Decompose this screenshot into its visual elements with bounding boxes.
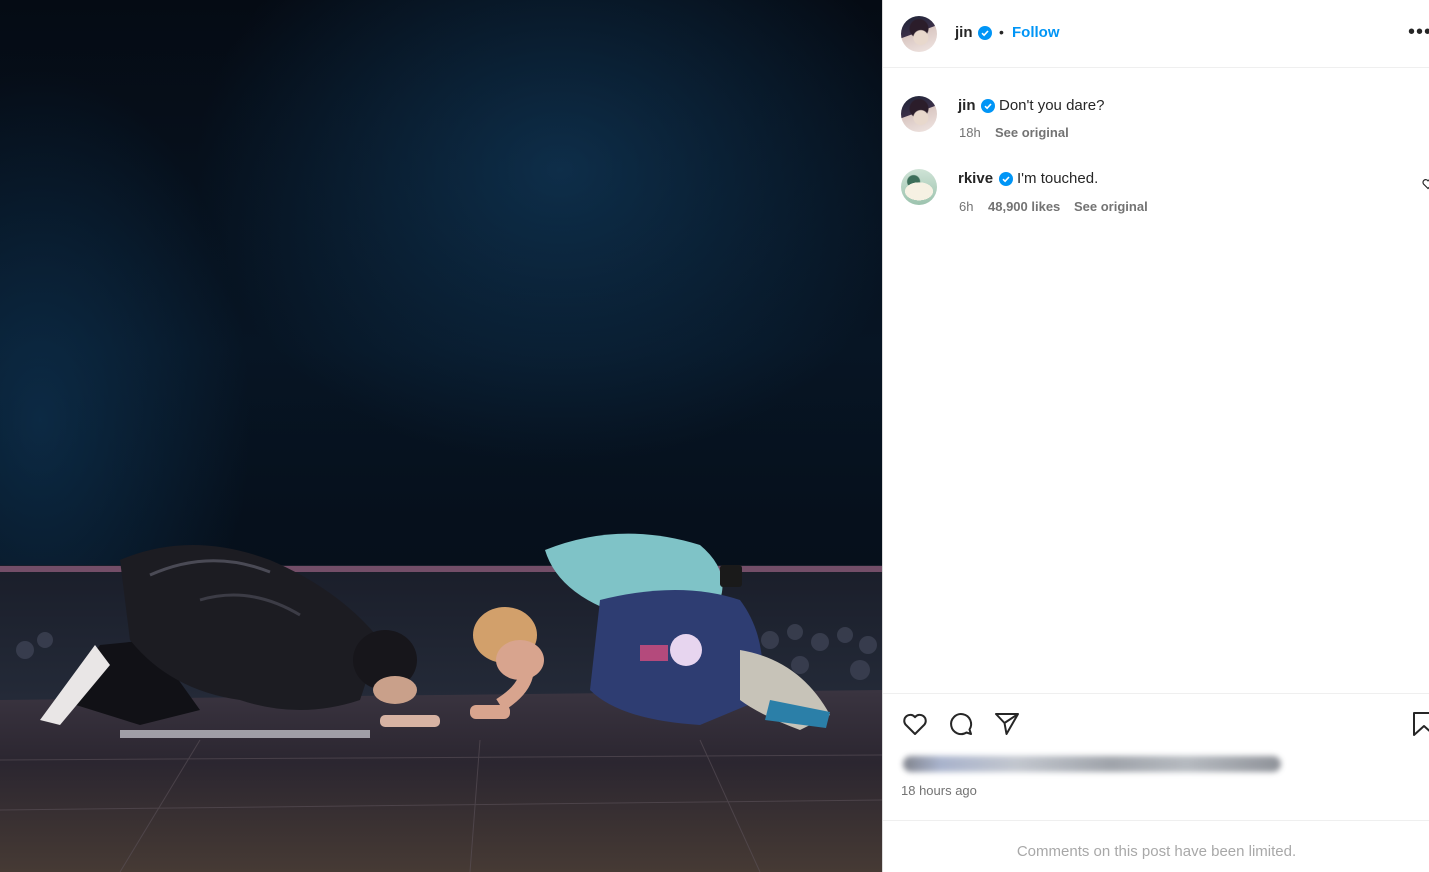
comment-likes[interactable]: 48,900 likes <box>988 199 1060 214</box>
post-side-panel: jin • Follow ••• jin Don't you dare? 18h… <box>882 0 1429 872</box>
bookmark-icon[interactable] <box>1410 710 1429 738</box>
comment-text: I'm touched. <box>1017 170 1099 187</box>
comment-icon[interactable] <box>947 710 975 738</box>
comment-username[interactable]: jin <box>958 97 976 114</box>
verified-badge-icon <box>978 26 992 40</box>
concert-photo-illustration <box>0 533 882 872</box>
heart-icon[interactable] <box>901 710 929 738</box>
comment-avatar[interactable] <box>901 169 937 205</box>
more-options-icon[interactable]: ••• <box>1408 21 1429 44</box>
comment-username[interactable]: rkive <box>958 170 993 187</box>
comments-limited-notice: Comments on this post have been limited. <box>1016 843 1297 860</box>
comments-footer: Comments on this post have been limited. <box>883 820 1429 872</box>
separator-dot: • <box>999 24 1004 40</box>
comment-time[interactable]: 6h <box>959 199 973 214</box>
see-original-link[interactable]: See original <box>1074 199 1148 214</box>
post-time-ago[interactable]: 18 hours ago <box>901 783 977 798</box>
author-avatar[interactable] <box>901 16 937 52</box>
comment-text: Don't you dare? <box>999 97 1105 114</box>
post-header: jin • Follow ••• <box>883 0 1429 68</box>
verified-badge-icon <box>999 172 1013 186</box>
comment-like-heart-icon[interactable] <box>1422 178 1429 190</box>
comment-avatar[interactable] <box>901 96 937 132</box>
comment-time[interactable]: 18h <box>959 125 981 140</box>
author-username[interactable]: jin <box>955 24 973 41</box>
blurred-likes-summary <box>903 756 1281 772</box>
post-photo[interactable] <box>0 0 882 872</box>
follow-button[interactable]: Follow <box>1012 24 1060 41</box>
post-action-bar: 18 hours ago <box>883 693 1429 820</box>
share-icon[interactable] <box>993 710 1021 738</box>
verified-badge-icon <box>981 99 995 113</box>
see-original-link[interactable]: See original <box>995 125 1069 140</box>
